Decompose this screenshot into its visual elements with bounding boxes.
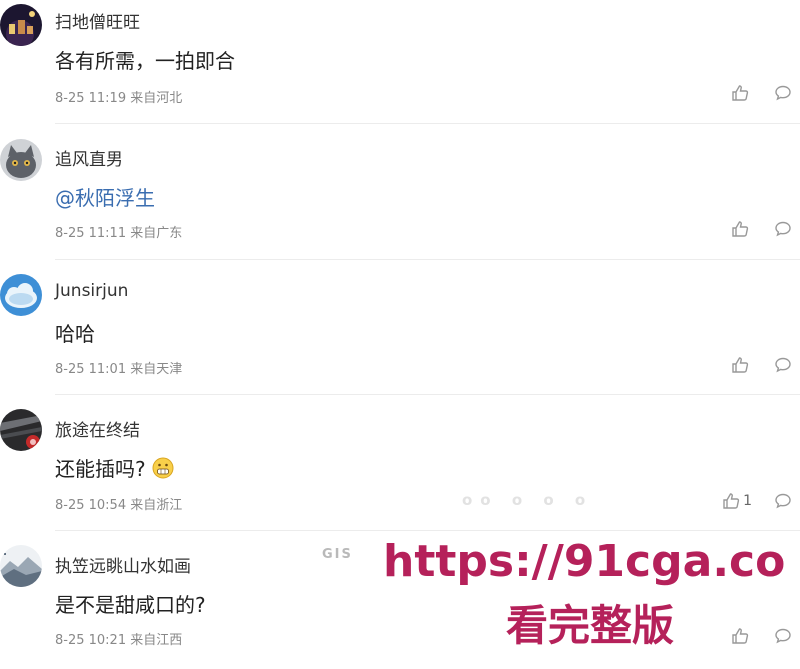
like-button[interactable]: 1 — [722, 492, 752, 510]
comment-meta: 8-25 10:54 来自浙江 — [55, 498, 183, 513]
watermark-caption: 看完整版 — [506, 601, 675, 650]
watermark-url: https://91cga.co — [383, 536, 786, 587]
comment-meta: 8-25 11:11 来自广东 — [55, 226, 183, 241]
like-button[interactable] — [731, 627, 752, 645]
comment-meta: 8-25 11:19 来自河北 — [55, 91, 183, 106]
reply-bubble-icon[interactable] — [774, 356, 792, 374]
comment-text-body: 是不是甜咸口的? — [55, 593, 206, 617]
faint-watermark: oo o o o — [462, 491, 594, 509]
username[interactable]: 旅途在终结 — [55, 416, 140, 441]
comment-actions — [731, 220, 792, 238]
username[interactable]: 追风直男 — [55, 145, 123, 170]
comment-text: 还能插吗? — [55, 453, 174, 482]
reply-bubble-icon[interactable] — [774, 627, 792, 645]
avatar[interactable] — [0, 274, 42, 316]
comment-item: 追风直男 @秋陌浮生 8-25 11:11 来自广东 — [0, 124, 800, 260]
comment-meta: 8-25 10:21 来自江西 — [55, 633, 183, 648]
comment-item: 旅途在终结 还能插吗? 8-25 10:54 来自浙江 oo o o o 1 — [0, 395, 800, 531]
comment-text-body: 还能插吗? — [55, 457, 146, 481]
reply-bubble-icon[interactable] — [774, 220, 792, 238]
avatar[interactable] — [0, 409, 42, 451]
comment-actions — [731, 84, 792, 102]
avatar[interactable] — [0, 139, 42, 181]
thumbs-up-icon — [731, 84, 749, 102]
comment-text: 是不是甜咸口的? — [55, 589, 206, 618]
mention-link[interactable]: @秋陌浮生 — [55, 182, 155, 211]
like-button[interactable] — [731, 220, 752, 238]
like-count: 1 — [743, 493, 752, 509]
comment-item: Junsirjun 哈哈 8-25 11:01 来自天津 — [0, 260, 800, 395]
grin-emoji-icon — [152, 457, 174, 479]
comment-text-body: 各有所需，一拍即合 — [55, 49, 235, 73]
thumbs-up-icon — [731, 220, 749, 238]
thumbs-up-icon — [722, 492, 740, 510]
like-button[interactable] — [731, 84, 752, 102]
thumbs-up-icon — [731, 627, 749, 645]
comment-actions: 1 — [722, 492, 792, 510]
comment-item: 扫地僧旺旺 各有所需，一拍即合 8-25 11:19 来自河北 — [0, 0, 800, 124]
comment-text: 哈哈 — [55, 318, 95, 347]
like-button[interactable] — [731, 356, 752, 374]
avatar[interactable] — [0, 4, 42, 46]
comment-text: @秋陌浮生 — [55, 182, 155, 211]
comment-meta: 8-25 11:01 来自天津 — [55, 362, 183, 377]
username[interactable]: 扫地僧旺旺 — [55, 8, 140, 33]
comment-actions — [731, 627, 792, 645]
reply-bubble-icon[interactable] — [774, 492, 792, 510]
username[interactable]: Junsirjun — [55, 281, 128, 301]
reply-bubble-icon[interactable] — [774, 84, 792, 102]
avatar[interactable] — [0, 545, 42, 587]
username[interactable]: 执笠远眺山水如画 — [55, 552, 191, 577]
faint-watermark: GIS — [322, 547, 353, 562]
comment-text-body: 哈哈 — [55, 322, 95, 346]
thumbs-up-icon — [731, 356, 749, 374]
comment-actions — [731, 356, 792, 374]
comment-text: 各有所需，一拍即合 — [55, 45, 235, 74]
